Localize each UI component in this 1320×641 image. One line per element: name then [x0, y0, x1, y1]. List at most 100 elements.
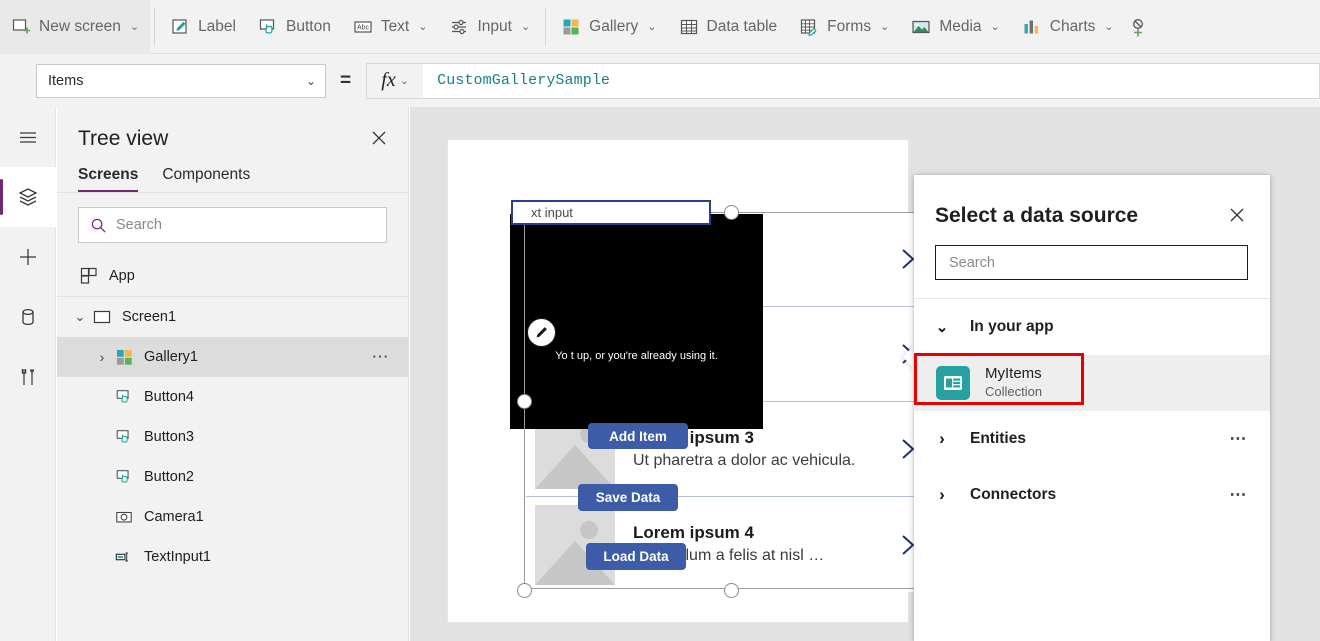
- sidebar-item-button4[interactable]: Button4: [57, 377, 408, 417]
- data-source-group-entities[interactable]: › Entities ⋯: [914, 411, 1270, 467]
- fx-dropdown[interactable]: fx ⌄: [366, 63, 423, 99]
- tree-item-app[interactable]: App: [57, 256, 408, 296]
- search-input[interactable]: Search: [78, 207, 387, 243]
- chevron-down-icon: ⌄: [991, 20, 1000, 33]
- button-icon: [113, 428, 135, 446]
- sidebar-item-camera1[interactable]: Camera1: [57, 497, 408, 537]
- data-source-title: Select a data source: [935, 204, 1138, 228]
- load-data-button-label: Load Data: [603, 549, 668, 564]
- sidebar-item-textinput1[interactable]: TextInput1: [57, 537, 408, 577]
- chevron-down-icon: ⌄: [914, 318, 970, 336]
- cmd-separator-2: [545, 8, 546, 46]
- cmd-gallery-label: Gallery: [589, 18, 638, 36]
- data-source-search-placeholder: Search: [949, 255, 995, 271]
- rail-insert[interactable]: [0, 227, 56, 287]
- text-icon: Abc: [353, 17, 373, 37]
- sidebar-item-camera1-label: Camera1: [144, 509, 204, 525]
- data-source-item-myitems[interactable]: MyItems Collection: [914, 355, 1270, 411]
- screen1-surface[interactable]: Lorem ipsum 1 r sit amet, metus, tincidu…: [448, 140, 908, 622]
- svg-text:Abc: Abc: [357, 24, 370, 31]
- rail-hamburger-menu[interactable]: [0, 107, 56, 167]
- resize-handle-n[interactable]: [724, 205, 739, 220]
- equals-sign: =: [340, 70, 351, 92]
- tree-view-layers-icon: [16, 185, 40, 209]
- sidebar-item-textinput1-label: TextInput1: [144, 549, 211, 565]
- load-data-button[interactable]: Load Data: [586, 543, 686, 570]
- formula-bar: Items ⌄ = fx ⌄ CustomGallerySample: [0, 54, 1320, 107]
- cmd-label[interactable]: Label: [159, 0, 247, 54]
- camera-icon: [113, 508, 135, 526]
- cmd-new-screen-label: New screen: [39, 18, 121, 36]
- data-source-panel: Select a data source Search ⌄ In your ap…: [914, 175, 1270, 641]
- formula-input[interactable]: CustomGallerySample: [423, 63, 1320, 99]
- gallery1-selection-frame[interactable]: [524, 212, 932, 589]
- sidebar-item-gallery1[interactable]: › Gallery1 ⋯: [57, 337, 408, 377]
- tree-view-close-button[interactable]: [368, 127, 390, 149]
- cmd-gallery[interactable]: Gallery ⌄: [550, 0, 667, 54]
- data-source-group-entities-label: Entities: [970, 430, 1026, 448]
- cmd-button-label: Button: [286, 18, 331, 36]
- rail-data[interactable]: [0, 287, 56, 347]
- fx-icon: fx: [381, 69, 395, 92]
- tab-screens[interactable]: Screens: [78, 166, 144, 192]
- data-source-group-in-your-app[interactable]: ⌄ In your app: [914, 299, 1270, 355]
- collection-icon: [936, 366, 970, 400]
- add-item-button[interactable]: Add Item: [588, 423, 688, 449]
- chevron-down-icon: ⌄: [130, 20, 139, 33]
- save-data-button[interactable]: Save Data: [578, 484, 678, 511]
- button-icon: [113, 388, 135, 406]
- cmd-data-table[interactable]: Data table: [668, 0, 789, 54]
- tree-search-wrapper: Search: [57, 193, 408, 256]
- rail-advanced-tools[interactable]: [0, 347, 56, 407]
- search-icon: [90, 217, 107, 234]
- chevron-down-icon: ⌄: [400, 74, 409, 87]
- resize-handle-s[interactable]: [724, 583, 739, 598]
- connectors-more-options-button[interactable]: ⋯: [1229, 485, 1248, 505]
- gallery-icon: [561, 17, 581, 37]
- close-icon: [1228, 206, 1246, 224]
- cmd-input[interactable]: Input ⌄: [438, 0, 541, 54]
- tree-view-panel: Tree view Screens Components Search: [57, 107, 409, 641]
- cmd-text[interactable]: Abc Text ⌄: [342, 0, 439, 54]
- rail-tree-view[interactable]: [0, 167, 56, 227]
- data-source-search-input[interactable]: Search: [935, 245, 1248, 280]
- text-input-icon: [113, 548, 135, 566]
- chevron-down-icon[interactable]: ⌄: [69, 309, 91, 325]
- sidebar-item-screen1[interactable]: ⌄ Screen1: [57, 297, 408, 337]
- data-source-group-connectors[interactable]: › Connectors ⋯: [914, 467, 1270, 523]
- cmd-media[interactable]: Media ⌄: [900, 0, 1010, 54]
- property-dropdown-value: Items: [48, 73, 83, 89]
- sidebar-item-button2[interactable]: Button2: [57, 457, 408, 497]
- command-bar: New screen ⌄ Label Button Abc Text ⌄: [0, 0, 1320, 54]
- button-icon: [258, 17, 278, 37]
- sidebar-item-button2-label: Button2: [144, 469, 194, 485]
- chevron-down-icon: ⌄: [306, 74, 316, 88]
- resize-handle-sw[interactable]: [517, 583, 532, 598]
- chevron-right-icon[interactable]: ›: [91, 349, 113, 365]
- data-source-item-myitems-name: MyItems: [985, 365, 1042, 384]
- gallery-icon: [113, 349, 135, 366]
- cmd-new-screen[interactable]: New screen ⌄: [0, 0, 150, 54]
- charts-icon: [1022, 17, 1042, 37]
- left-icon-rail: [0, 107, 56, 641]
- sidebar-item-button3[interactable]: Button3: [57, 417, 408, 457]
- tab-components[interactable]: Components: [162, 166, 256, 192]
- hamburger-menu-icon: [16, 125, 40, 149]
- edit-pencil-badge[interactable]: [527, 318, 556, 347]
- entities-more-options-button[interactable]: ⋯: [1229, 429, 1248, 449]
- insert-plus-icon: [16, 245, 40, 269]
- textinput1-control[interactable]: xt input: [511, 200, 711, 225]
- data-source-close-button[interactable]: [1226, 204, 1248, 226]
- cmd-data-table-label: Data table: [707, 18, 778, 36]
- cmd-charts[interactable]: Charts ⌄: [1011, 0, 1125, 54]
- sidebar-item-gallery1-label: Gallery1: [144, 349, 198, 365]
- cmd-forms[interactable]: Forms ⌄: [788, 0, 900, 54]
- cmd-icons[interactable]: [1125, 0, 1161, 54]
- formula-text: CustomGallerySample: [437, 72, 610, 89]
- chevron-down-icon: ⌄: [1104, 20, 1113, 33]
- gallery1-more-options-button[interactable]: ⋯: [372, 347, 391, 367]
- resize-handle-w[interactable]: [517, 394, 532, 409]
- cmd-button[interactable]: Button: [247, 0, 342, 54]
- property-dropdown[interactable]: Items ⌄: [36, 64, 326, 98]
- save-data-button-label: Save Data: [596, 490, 661, 505]
